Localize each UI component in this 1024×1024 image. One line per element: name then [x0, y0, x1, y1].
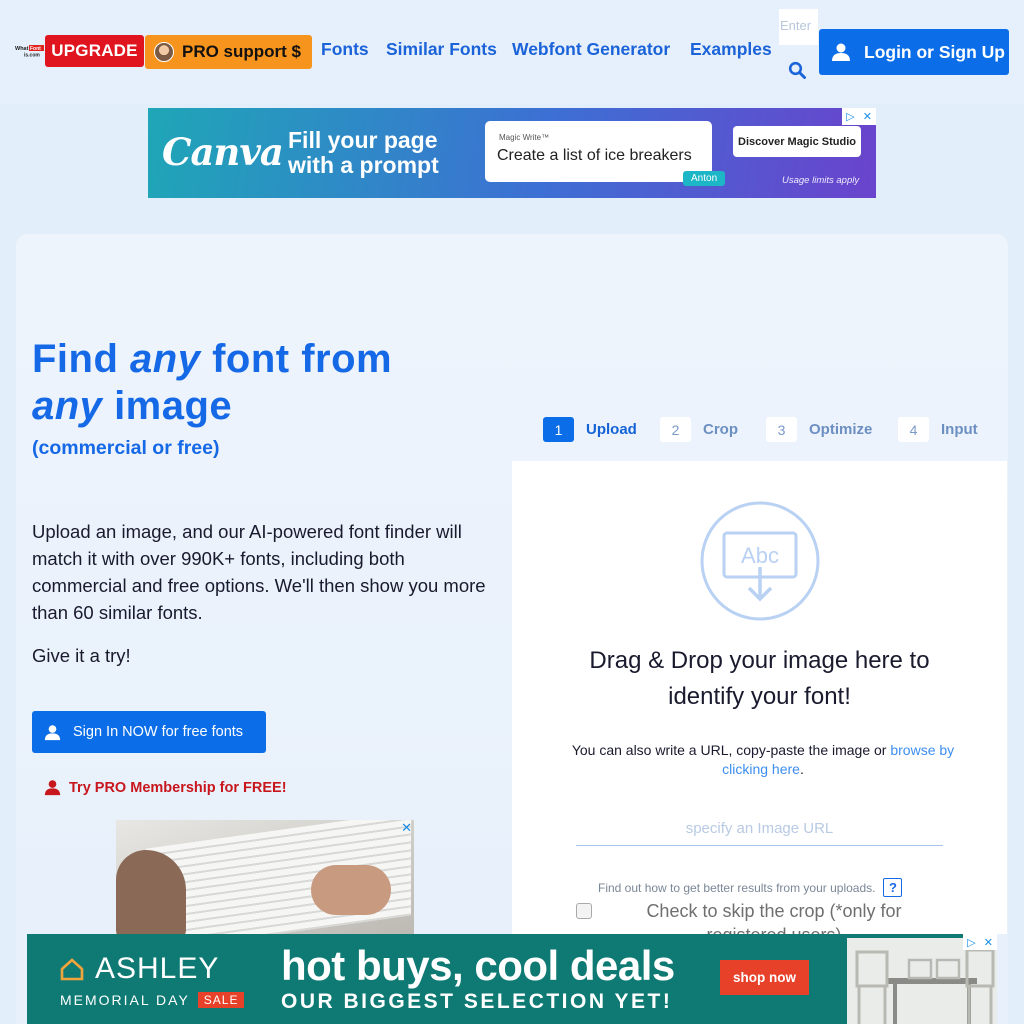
- hero-title-word: font from: [212, 337, 393, 381]
- step-optimize[interactable]: 3 Optimize: [766, 417, 872, 442]
- drop-title-line1: Drag & Drop your image here to: [589, 647, 930, 674]
- ad-choices-controls[interactable]: ▷ ✕: [963, 934, 997, 950]
- side-image-ad[interactable]: ✕: [116, 820, 414, 934]
- canva-logo: Canva: [162, 130, 284, 174]
- search-input[interactable]: Enter: [779, 9, 818, 45]
- nav-fonts[interactable]: Fonts: [321, 39, 369, 60]
- ashley-event-text: MEMORIAL DAY: [60, 992, 190, 1008]
- step-label: Upload: [586, 421, 637, 438]
- try-pro-membership-link[interactable]: Try PRO Membership for FREE!: [44, 779, 287, 796]
- step-label: Crop: [703, 421, 738, 438]
- tip-text: Find out how to get better results from …: [598, 880, 876, 895]
- dining-set-image: [847, 938, 997, 1024]
- step-crop[interactable]: 2 Crop: [660, 417, 738, 442]
- hero-title-any: any: [130, 337, 201, 381]
- pro-support-button[interactable]: PRO support $: [145, 35, 312, 69]
- image-url-input[interactable]: [576, 811, 943, 846]
- user-icon: [832, 43, 850, 61]
- step-label: Optimize: [809, 421, 873, 438]
- svg-text:What: What: [15, 46, 29, 52]
- magic-write-tag: Magic Write™: [499, 133, 550, 142]
- ad-headline-line1: Fill your page: [288, 127, 438, 153]
- image-drop-zone[interactable]: Abc Drag & Drop your image here to ident…: [512, 461, 1007, 945]
- ad-disclaimer: Usage limits apply: [782, 175, 860, 186]
- ad-headline-line2: with a prompt: [288, 152, 439, 178]
- skip-crop-checkbox[interactable]: [576, 903, 592, 919]
- ad-user-tag: Anton: [683, 171, 726, 186]
- support-agent-avatar: [154, 42, 174, 62]
- ad-close-icon[interactable]: ✕: [401, 820, 412, 836]
- sign-in-label: Sign In NOW for free fonts: [73, 724, 244, 740]
- step-number: 4: [898, 417, 929, 442]
- canva-banner-ad[interactable]: Canva Fill your page with a prompt Magic…: [148, 108, 876, 198]
- ashley-logo: ASHLEY: [59, 952, 219, 986]
- help-button[interactable]: ?: [883, 878, 903, 897]
- nav-similar-fonts[interactable]: Similar Fonts: [386, 39, 497, 60]
- ashley-event: MEMORIAL DAY SALE: [60, 992, 245, 1008]
- try-pro-label: Try PRO Membership for FREE!: [69, 779, 287, 796]
- upgrade-button[interactable]: UPGRADE: [45, 35, 144, 67]
- hero-subtitle: (commercial or free): [32, 437, 220, 459]
- ad-close-icon[interactable]: ✕: [984, 936, 993, 949]
- nav-webfont-generator[interactable]: Webfont Generator: [512, 39, 670, 60]
- svg-text:Font: Font: [30, 46, 41, 52]
- step-number: 1: [543, 417, 574, 442]
- pro-support-label: PRO support $: [182, 42, 302, 61]
- hero-title: Find any font from any image: [32, 336, 492, 430]
- ad-hand-image: [311, 865, 391, 915]
- search-icon[interactable]: [788, 61, 806, 79]
- step-number: 3: [766, 417, 797, 442]
- step-number: 2: [660, 417, 691, 442]
- abc-download-icon: Abc: [700, 501, 820, 621]
- ad-hand-image: [116, 850, 186, 934]
- ad-choices-controls[interactable]: ▷ ✕: [842, 108, 876, 125]
- ad-discover-button[interactable]: Discover Magic Studio: [733, 126, 861, 157]
- drop-zone-hint: You can also write a URL, copy-paste the…: [548, 741, 978, 779]
- drop-zone-title: Drag & Drop your image here to identify …: [512, 643, 1007, 715]
- hint-text: You can also write a URL, copy-paste the…: [571, 742, 887, 758]
- user-icon: [44, 724, 61, 740]
- ad-close-icon[interactable]: ✕: [863, 110, 872, 123]
- house-icon: [60, 958, 84, 981]
- ashley-banner-ad[interactable]: ASHLEY MEMORIAL DAY SALE hot buys, cool …: [27, 934, 997, 1024]
- drop-title-line2: identify your font!: [668, 683, 851, 710]
- ad-choices-icon[interactable]: ▷: [846, 110, 854, 123]
- ad-subline: OUR BIGGEST SELECTION YET!: [281, 990, 673, 1013]
- sign-in-free-fonts-button[interactable]: Sign In NOW for free fonts: [32, 711, 266, 753]
- ad-magic-write-card: Magic Write™ Create a list of ice breake…: [485, 121, 712, 182]
- step-label: Input: [941, 421, 978, 438]
- ad-choices-icon[interactable]: ▷: [967, 936, 975, 949]
- site-logo[interactable]: What Font is.com: [15, 44, 45, 59]
- hero-try-text: Give it a try!: [32, 645, 131, 666]
- hero-description: Upload an image, and our AI-powered font…: [32, 521, 486, 623]
- login-label: Login or Sign Up: [864, 41, 1005, 62]
- svg-text:is.com: is.com: [24, 53, 40, 59]
- nav-examples[interactable]: Examples: [690, 39, 772, 60]
- ashley-brand-text: ASHLEY: [95, 952, 220, 985]
- hint-suffix: .: [799, 761, 804, 777]
- upload-tip: Find out how to get better results from …: [598, 878, 903, 897]
- shop-now-button[interactable]: shop now: [720, 960, 809, 995]
- ad-headline: Fill your page with a prompt: [288, 128, 439, 178]
- ad-headline: hot buys, cool deals: [281, 942, 675, 989]
- login-signup-button[interactable]: Login or Sign Up: [819, 29, 1009, 75]
- hero-title-any: any: [32, 384, 103, 428]
- hero-title-word: Find: [32, 337, 119, 381]
- hero-title-word: image: [114, 384, 233, 428]
- step-input[interactable]: 4 Input: [898, 417, 978, 442]
- step-upload[interactable]: 1 Upload: [543, 417, 637, 442]
- user-icon: [44, 780, 61, 796]
- sale-badge: SALE: [197, 992, 245, 1008]
- magic-write-text: Create a list of ice breakers: [497, 147, 692, 164]
- svg-text:Abc: Abc: [741, 543, 779, 568]
